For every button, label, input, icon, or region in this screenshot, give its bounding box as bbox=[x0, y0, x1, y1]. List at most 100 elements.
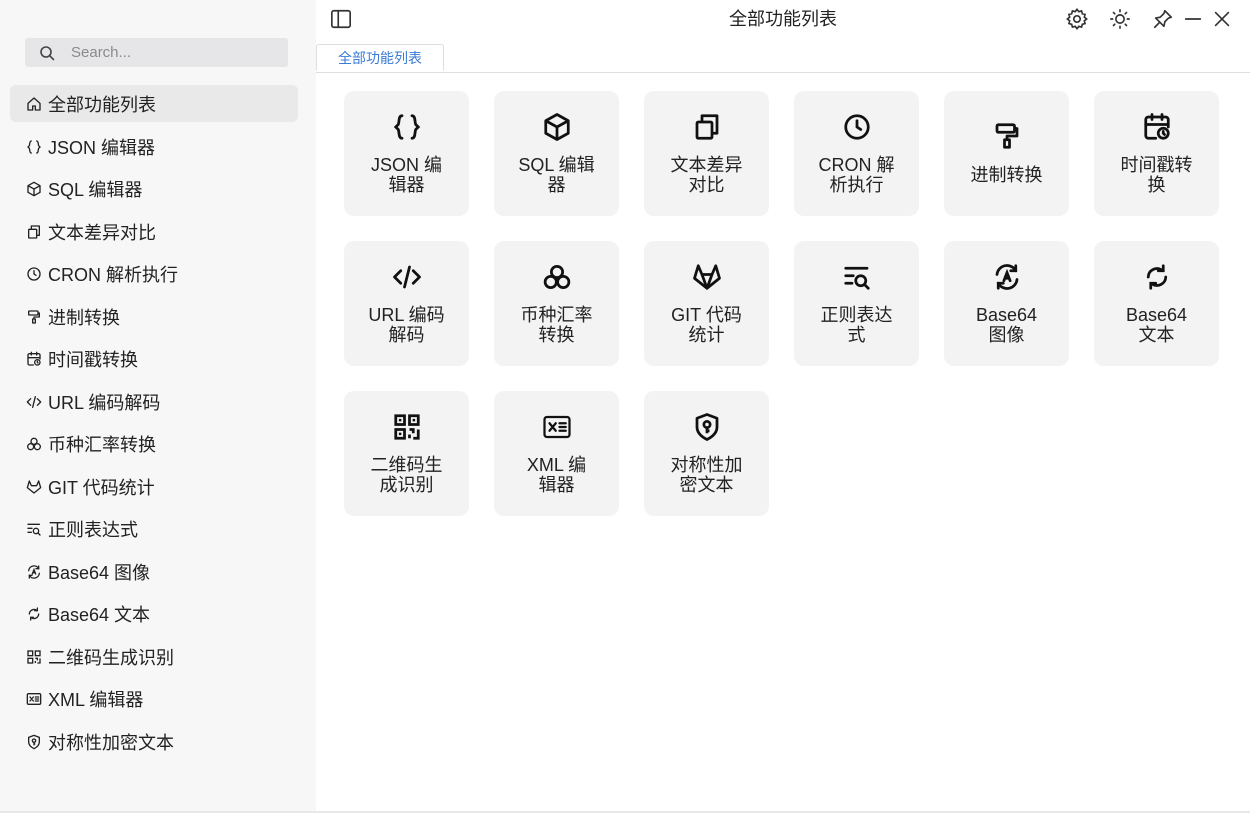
sidebar-item-sql-editor[interactable]: SQL 编辑器 bbox=[10, 170, 298, 207]
card-label-line2: 辑器 bbox=[388, 175, 425, 195]
card-label-line1: 文本差异 bbox=[670, 155, 743, 175]
card-label-line1: Base64 bbox=[975, 305, 1038, 325]
card-label-line1: 对称性加 bbox=[670, 455, 743, 475]
sidebar-item-radix-convert[interactable]: 进制转换 bbox=[10, 298, 298, 335]
refresh-a-icon bbox=[995, 264, 1018, 290]
paint-roller-icon bbox=[995, 123, 1018, 149]
calendar-clock-icon bbox=[1143, 113, 1170, 140]
card-label-line2: 统计 bbox=[688, 325, 725, 345]
card-text-diff[interactable]: 文本差异 对比 bbox=[644, 91, 769, 216]
sidebar-item-regex[interactable]: 正则表达式 bbox=[10, 510, 298, 547]
sidebar-item-currency[interactable]: 币种汇率转换 bbox=[10, 425, 298, 462]
card-base64-text[interactable]: Base64 文本 bbox=[1094, 241, 1219, 366]
sidebar-item-label: GIT 代码统计 bbox=[48, 477, 155, 498]
close-icon[interactable] bbox=[1211, 8, 1233, 30]
card-label-line1: 二维码生 bbox=[370, 455, 443, 475]
xml-file-icon bbox=[26, 692, 42, 705]
coins-icon bbox=[543, 265, 570, 289]
shield-key-icon bbox=[695, 413, 718, 441]
card-label-line2: 成识别 bbox=[379, 475, 434, 495]
card-label-line1: GIT 代码 bbox=[671, 305, 742, 325]
refresh-a-icon bbox=[28, 564, 40, 579]
card-timestamp[interactable]: 时间戳转换 bbox=[1094, 91, 1219, 216]
card-label-line1: 进制转换 bbox=[970, 165, 1043, 185]
search-box[interactable] bbox=[25, 38, 288, 67]
card-label-line2: 图像 bbox=[988, 325, 1025, 345]
sidebar-item-base64-image[interactable]: Base64 图像 bbox=[10, 553, 298, 590]
card-symmetric-encrypt[interactable]: 对称性加 密文本 bbox=[644, 391, 769, 516]
card-currency[interactable]: 币种汇率 转换 bbox=[494, 241, 619, 366]
coins-icon bbox=[26, 437, 41, 450]
title-bar: 全部功能列表 bbox=[316, 0, 1250, 40]
card-label-line2: 对比 bbox=[688, 175, 725, 195]
cube-icon bbox=[27, 181, 41, 196]
sidebar-item-label: Base64 文本 bbox=[48, 604, 151, 625]
copy-icon bbox=[695, 114, 718, 140]
refresh-icon bbox=[28, 606, 40, 621]
pin-icon[interactable] bbox=[1152, 8, 1174, 30]
gitlab-icon bbox=[26, 479, 42, 494]
sidebar-item-git-stats[interactable]: GIT 代码统计 bbox=[10, 468, 298, 505]
card-xml-editor[interactable]: XML 编辑器 bbox=[494, 391, 619, 516]
sidebar-item-label: 币种汇率转换 bbox=[48, 434, 156, 455]
code-icon bbox=[26, 395, 42, 408]
card-sql-editor[interactable]: SQL 编辑器 bbox=[494, 91, 619, 216]
sidebar-item-xml-editor[interactable]: XML 编辑器 bbox=[10, 680, 298, 717]
sidebar-item-base64-text[interactable]: Base64 文本 bbox=[10, 595, 298, 632]
sidebar-item-timestamp[interactable]: 时间戳转换 bbox=[10, 340, 298, 377]
card-label-line1: 时间戳转 bbox=[1120, 155, 1193, 175]
qrcode-icon bbox=[27, 649, 41, 664]
sidebar-item-label: CRON 解析执行 bbox=[48, 264, 178, 285]
search-icon bbox=[40, 45, 55, 60]
card-label-line2: 解码 bbox=[388, 325, 425, 345]
copy-icon bbox=[28, 224, 40, 239]
card-label-line2: 密文本 bbox=[679, 475, 734, 495]
sidebar-item-cron[interactable]: CRON 解析执行 bbox=[10, 255, 298, 292]
calendar-clock-icon bbox=[27, 351, 41, 366]
card-regex[interactable]: 正则表达式 bbox=[794, 241, 919, 366]
shield-key-icon bbox=[28, 734, 40, 749]
sidebar-item-label: JSON 编辑器 bbox=[48, 137, 156, 158]
settings-gear-icon[interactable] bbox=[1066, 8, 1088, 30]
card-label-line1: URL 编码 bbox=[368, 305, 445, 325]
sidebar-item-label: Base64 图像 bbox=[48, 562, 151, 583]
xml-file-icon bbox=[542, 415, 571, 439]
minimize-icon[interactable] bbox=[1182, 8, 1204, 30]
card-label-line2: 器 bbox=[547, 175, 566, 195]
card-label-line1: 正则表达 bbox=[820, 305, 893, 325]
sidebar-item-label: SQL 编辑器 bbox=[48, 179, 143, 200]
braces-icon bbox=[27, 139, 41, 154]
card-git-stats[interactable]: GIT 代码 统计 bbox=[644, 241, 769, 366]
paint-roller-icon bbox=[28, 309, 40, 324]
text-search-icon bbox=[27, 523, 41, 536]
sidebar-item-label: 进制转换 bbox=[48, 307, 120, 328]
theme-sun-icon[interactable] bbox=[1109, 8, 1131, 30]
card-label-line2: 转换 bbox=[538, 325, 575, 345]
card-qrcode[interactable]: 二维码生 成识别 bbox=[344, 391, 469, 516]
sidebar-item-json-editor[interactable]: JSON 编辑器 bbox=[10, 128, 298, 165]
text-search-icon bbox=[843, 266, 870, 290]
card-cron[interactable]: CRON 解析执行 bbox=[794, 91, 919, 216]
card-label-line1: JSON 编 bbox=[370, 155, 442, 175]
sidebar-item-text-diff[interactable]: 文本差异对比 bbox=[10, 213, 298, 250]
code-icon bbox=[392, 265, 421, 289]
sidebar: 全部功能列表 JSON 编辑器 SQL 编辑器 文本差异对比 CRON 解析执行… bbox=[0, 0, 316, 813]
cube-icon bbox=[543, 113, 570, 141]
sidebar-item-label: 全部功能列表 bbox=[48, 94, 156, 115]
card-url-codec[interactable]: URL 编码 解码 bbox=[344, 241, 469, 366]
card-base64-image[interactable]: Base64 图像 bbox=[944, 241, 1069, 366]
sidebar-item-qrcode[interactable]: 二维码生成识别 bbox=[10, 638, 298, 675]
home-icon bbox=[27, 96, 41, 111]
braces-icon bbox=[393, 114, 420, 140]
card-json-editor[interactable]: JSON 编辑器 bbox=[344, 91, 469, 216]
clock-icon bbox=[843, 114, 870, 140]
clock-icon bbox=[27, 266, 41, 281]
sidebar-item-all-features[interactable]: 全部功能列表 bbox=[10, 85, 298, 122]
sidebar-item-url-codec[interactable]: URL 编码解码 bbox=[10, 383, 298, 420]
card-radix-convert[interactable]: 进制转换 bbox=[944, 91, 1069, 216]
sidebar-item-symmetric-encrypt[interactable]: 对称性加密文本 bbox=[10, 723, 298, 760]
refresh-icon bbox=[1146, 264, 1167, 290]
search-input[interactable] bbox=[69, 43, 263, 62]
tab-all-features[interactable]: 全部功能列表 bbox=[316, 44, 444, 71]
card-label-line2: 辑器 bbox=[538, 475, 575, 495]
